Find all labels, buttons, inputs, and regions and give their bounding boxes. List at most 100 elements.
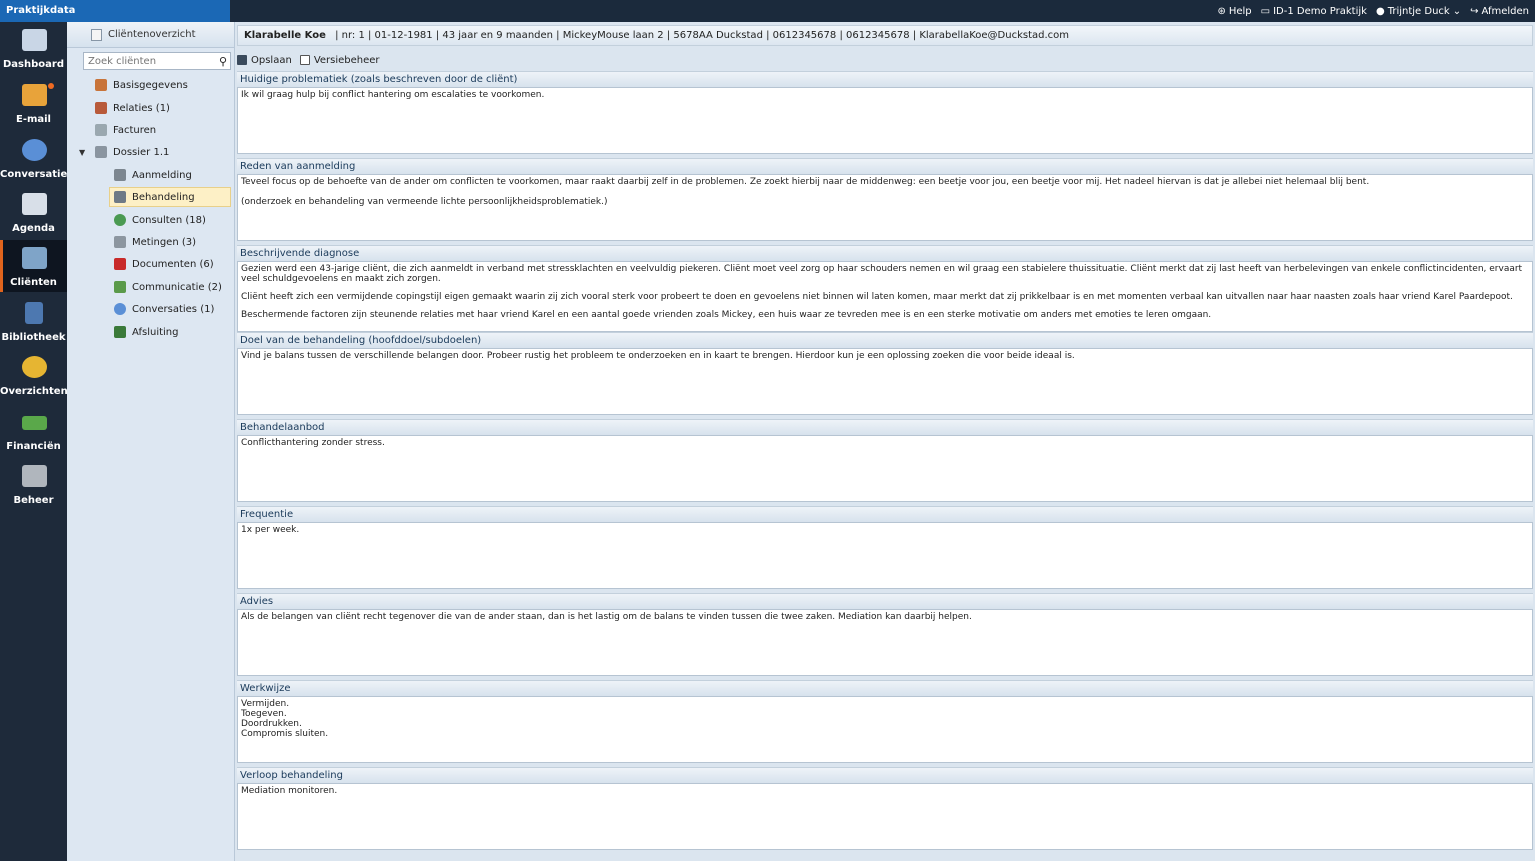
tree-item-aanmelding[interactable]: Aanmelding [114,166,192,184]
section-textarea[interactable]: Vermijden. Toegeven. Doordrukken. Compro… [237,696,1533,763]
nav-label: Conversaties [0,169,74,180]
section-textarea[interactable]: Vind je balans tussen de verschillende b… [237,348,1533,415]
section-textarea[interactable]: Conflicthantering zonder stress. [237,435,1533,502]
section-textarea[interactable]: Mediation monitoren. [237,783,1533,850]
nav-library[interactable]: Bibliotheek [0,295,67,347]
section-title: Doel van de behandeling (hoofddoel/subdo… [237,332,1533,348]
nav-overviews[interactable]: Overzichten [0,349,68,401]
section-reason-registration: Reden van aanmelding Teveel focus op de … [237,158,1533,241]
user-menu[interactable]: ● Trijntje Duck ⌄ [1376,6,1461,17]
tree-item-metingen[interactable]: Metingen (3) [114,233,196,251]
collapse-toggle-icon[interactable]: ▼ [79,148,85,157]
section-title: Reden van aanmelding [237,158,1533,174]
tree-item-label: Behandeling [132,191,195,203]
tree-item-documenten[interactable]: Documenten (6) [114,255,214,273]
section-advice: Advies Als de belangen van cliënt recht … [237,593,1533,676]
nav-label: Bibliotheek [1,332,66,343]
client-search-input[interactable] [84,53,212,69]
tree-item-label: Basisgegevens [113,79,188,91]
tools-icon [22,465,47,487]
version-management-button[interactable]: Versiebeheer [299,55,380,66]
tree-item-label: Documenten (6) [132,258,214,270]
dossier-icon [95,146,107,158]
section-textarea[interactable]: Als de belangen van cliënt recht tegenov… [237,609,1533,676]
client-info-bar: Klarabelle Koe | nr: 1 | 01-12-1981 | 43… [237,25,1533,46]
section-textarea[interactable]: 1x per week. [237,522,1533,589]
email-icon [22,84,47,106]
main-navigation: Dashboard E-mail Conversaties Agenda Cli… [0,22,74,861]
tree-item-behandeling[interactable]: Behandeling [109,187,231,207]
section-textarea[interactable]: Ik wil graag hulp bij conflict hantering… [237,87,1533,154]
nav-label: Agenda [12,223,55,234]
registration-icon [114,169,126,181]
documents-icon [114,258,126,270]
section-text: Beschermende factoren zijn steunende rel… [241,310,1212,320]
user-label: Trijntje Duck [1387,5,1450,17]
tree-item-basisgegevens[interactable]: Basisgegevens [95,76,188,94]
help-icon: ⊛ [1217,5,1226,17]
section-frequency: Frequentie 1x per week. [237,506,1533,589]
nav-label: Financiën [6,441,61,452]
tree-item-communicatie[interactable]: Communicatie (2) [114,278,222,296]
nav-management[interactable]: Beheer [0,458,67,510]
tree-item-label: Conversaties (1) [132,303,215,315]
section-treatment-progress: Verloop behandeling Mediation monitoren. [237,767,1533,850]
top-navigation: ⊛ Help ▭ ID-1 Demo Praktijk ● Trijntje Duck… [1217,0,1529,22]
section-textarea[interactable]: Gezien werd een 43-jarige cliënt, die zi… [237,261,1533,332]
money-icon [22,416,47,430]
practice-link[interactable]: ▭ ID-1 Demo Praktijk [1261,6,1367,17]
tree-item-label: Facturen [113,124,157,136]
section-descriptive-diagnosis: Beschrijvende diagnose Gezien werd een 4… [237,245,1533,332]
section-line: Compromis sluiten. [241,729,329,739]
tree-item-label: Consulten (18) [132,214,206,226]
nav-label: Cliënten [10,277,57,288]
pie-chart-icon [22,356,47,378]
nav-clients[interactable]: Cliënten [0,240,67,292]
user-icon: ● [1375,5,1385,17]
section-text: Gezien werd een 43-jarige cliënt, die zi… [241,264,1523,284]
section-text: (onderzoek en behandeling van vermeende … [241,197,608,207]
tree-item-relaties[interactable]: Relaties (1) [95,99,170,117]
invoice-icon [95,124,107,136]
nav-label: Dashboard [3,59,64,70]
section-treatment-offer: Behandelaanbod Conflicthantering zonder … [237,419,1533,502]
help-link[interactable]: ⊛ Help [1217,6,1251,17]
monitor-icon: ▭ [1260,5,1271,17]
main-content: Klarabelle Koe | nr: 1 | 01-12-1981 | 43… [235,22,1535,861]
section-treatment-goal: Doel van de behandeling (hoofddoel/subdo… [237,332,1533,415]
tree-item-consulten[interactable]: Consulten (18) [114,211,206,229]
communication-icon [114,281,126,293]
search-icon[interactable]: ⚲ [219,55,227,68]
section-line: Toegeven. [241,709,287,719]
tree-item-dossier[interactable]: Dossier 1.1 [95,143,169,161]
nav-label: Beheer [13,495,54,506]
tree-item-conversaties[interactable]: Conversaties (1) [114,300,214,318]
section-text: Vind je balans tussen de verschillende b… [241,351,1075,361]
practice-label: ID-1 Demo Praktijk [1273,5,1367,17]
client-details: | nr: 1 | 01-12-1981 | 43 jaar en 9 maan… [335,30,1070,41]
tree-item-label: Communicatie (2) [132,281,222,293]
section-title: Verloop behandeling [237,767,1533,783]
nav-finances[interactable]: Financiën [0,404,67,456]
client-overview-header[interactable]: Cliëntenoverzicht [67,22,234,48]
nav-email[interactable]: E-mail [0,77,67,129]
logout-link[interactable]: ↪ Afmelden [1470,6,1529,17]
save-button[interactable]: Opslaan [237,55,292,66]
logout-label: Afmelden [1481,5,1529,17]
tree-item-label: Dossier 1.1 [113,146,170,158]
nav-agenda[interactable]: Agenda [0,186,67,238]
nav-label: E-mail [15,114,51,125]
relations-icon [95,102,107,114]
section-textarea[interactable]: Teveel focus op de behoefte van de ander… [237,174,1533,241]
tree-item-afsluiting[interactable]: Afsluiting [114,323,179,341]
client-overview-label: Cliëntenoverzicht [108,29,196,40]
consult-icon [114,214,126,226]
closing-icon [114,326,126,338]
brand-label: Praktijkdata [0,0,230,22]
tree-item-label: Relaties (1) [113,102,170,114]
section-current-problems: Huidige problematiek (zoals beschreven d… [237,71,1533,154]
section-line: Vermijden. [241,699,290,709]
nav-conversations[interactable]: Conversaties [0,132,74,184]
nav-dashboard[interactable]: Dashboard [0,22,67,74]
tree-item-facturen[interactable]: Facturen [95,121,156,139]
